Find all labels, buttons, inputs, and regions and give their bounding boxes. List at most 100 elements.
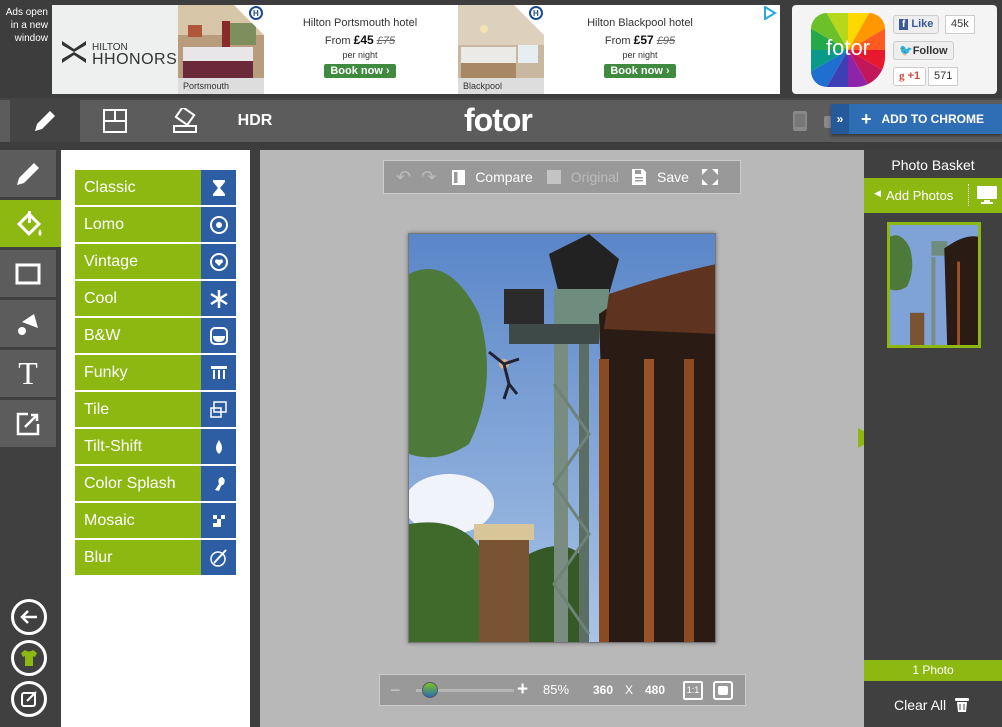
computer-icon[interactable] xyxy=(976,185,998,205)
hotel-caption: Portsmouth xyxy=(178,78,264,94)
fit-screen-button[interactable] xyxy=(713,681,733,700)
zoom-in-icon[interactable]: + xyxy=(517,679,528,701)
fotor-logo[interactable]: fotor xyxy=(811,13,885,87)
svg-text:H: H xyxy=(533,9,539,18)
effect-funky[interactable]: Funky xyxy=(75,355,236,390)
ad-bar: Ads open in a new window HILTON HHONORS … xyxy=(0,0,1002,98)
effect-label: Color Splash xyxy=(84,475,176,492)
effect-color-splash[interactable]: Color Splash xyxy=(75,466,236,501)
feedback-button[interactable] xyxy=(11,681,47,717)
plusone-count: 571 xyxy=(928,67,959,86)
iphone-icon[interactable] xyxy=(792,110,808,132)
effect-vintage[interactable]: Vintage xyxy=(75,244,236,279)
zipline-tower-photo xyxy=(409,234,715,642)
nav-effects[interactable] xyxy=(0,200,61,247)
effect-classic[interactable]: Classic xyxy=(75,170,236,205)
hotel-caption: Blackpool xyxy=(458,78,544,94)
image-width: 360 xyxy=(593,683,614,697)
effect-label: Tile xyxy=(84,401,110,418)
twitter-follow-button[interactable]: 🐦Follow xyxy=(893,41,954,60)
tiles-icon xyxy=(209,400,227,418)
tab-hdr[interactable]: HDR xyxy=(220,100,290,142)
google-plus-button[interactable]: g +1 xyxy=(893,67,927,86)
add-to-chrome-button[interactable]: » + ADD TO CHROME xyxy=(831,104,1002,134)
text-icon: T xyxy=(18,355,38,391)
effect-label: Mosaic xyxy=(84,512,135,529)
mosaic-icon xyxy=(212,514,225,527)
hilton-badge-icon: H xyxy=(234,5,264,35)
bell-icon xyxy=(18,313,38,335)
export-icon xyxy=(16,412,40,435)
effect-mosaic[interactable]: Mosaic xyxy=(75,503,236,538)
hotel-name: Hilton Portsmouth hotel xyxy=(302,17,418,29)
social-box: fotor f Like 45k 🐦Follow g +1 571 xyxy=(792,5,997,94)
tab-edit[interactable] xyxy=(10,100,80,142)
hotel-price: From £57 £95 xyxy=(604,33,676,47)
book-now-button[interactable]: Book now › xyxy=(604,64,676,78)
lens-icon xyxy=(209,215,228,234)
facebook-like-button[interactable]: f Like xyxy=(893,15,940,34)
save-button[interactable]: Save xyxy=(657,169,689,185)
original-checkbox[interactable] xyxy=(546,170,561,184)
effect-label: Classic xyxy=(84,179,136,196)
basket-thumbnail[interactable] xyxy=(887,222,981,348)
canvas-toolbar: ↶ ↷ Compare Original Save xyxy=(383,160,741,194)
design-icon xyxy=(173,108,197,133)
adchoices-icon[interactable] xyxy=(763,6,777,20)
effect-b-w[interactable]: B&W xyxy=(75,318,236,353)
hotel-info-portsmouth[interactable]: Hilton Portsmouth hotel From £45 £75 per… xyxy=(264,17,456,79)
paint-bucket-icon xyxy=(16,210,41,236)
fullscreen-icon[interactable] xyxy=(701,168,719,186)
zoom-slider-knob[interactable] xyxy=(421,682,438,698)
column-icon xyxy=(210,365,227,379)
effect-label: Lomo xyxy=(84,216,125,233)
caret-left-icon: ◀ xyxy=(874,188,881,198)
nav-export[interactable] xyxy=(0,400,56,447)
book-now-button[interactable]: Book now › xyxy=(324,64,396,78)
effect-cool[interactable]: Cool xyxy=(75,281,236,316)
nav-frames[interactable] xyxy=(0,250,56,297)
google-icon: g xyxy=(899,70,905,82)
effect-blur[interactable]: Blur xyxy=(75,540,236,575)
facebook-icon: f xyxy=(899,19,909,30)
basket-title: Photo Basket xyxy=(891,157,975,173)
effects-panel: Classic Lomo Vintage Cool B&W Funky Tile Tilt-S… xyxy=(61,150,250,727)
actual-size-button[interactable]: 1:1 xyxy=(683,681,703,700)
effect-tile[interactable]: Tile xyxy=(75,392,236,427)
back-button[interactable] xyxy=(11,599,47,635)
clear-all-button[interactable]: Clear All xyxy=(894,696,970,713)
compare-button[interactable]: Compare xyxy=(475,169,533,185)
effect-lomo[interactable]: Lomo xyxy=(75,207,236,242)
collage-icon xyxy=(103,109,127,133)
drop-icon xyxy=(215,439,222,454)
edited-photo[interactable] xyxy=(408,233,716,643)
zoom-out-icon[interactable]: − xyxy=(390,680,401,701)
hotel-info-blackpool[interactable]: Hilton Blackpool hotel From £57 £95 per … xyxy=(544,17,736,79)
tshirt-button[interactable] xyxy=(11,640,47,676)
hotel-image-portsmouth[interactable]: H Portsmouth xyxy=(178,5,264,94)
undo-icon[interactable]: ↶ xyxy=(396,167,411,188)
hhonors-logo: HILTON HHONORS xyxy=(52,5,178,94)
effect-label: Cool xyxy=(84,290,117,307)
ad-banner[interactable]: HILTON HHONORS H Portsmouth Hilton Ports… xyxy=(52,5,780,94)
effect-label: Tilt-Shift xyxy=(84,438,143,455)
nav-basic-edit[interactable] xyxy=(0,150,56,197)
thumbnail-photo xyxy=(890,225,978,345)
fotor-app: Ads open in a new window HILTON HHONORS … xyxy=(0,0,1002,727)
add-photos-button[interactable]: Add Photos xyxy=(886,188,953,203)
effect-tilt-shift[interactable]: Tilt-Shift xyxy=(75,429,236,464)
nav-text[interactable]: T xyxy=(0,350,56,397)
tshirt-icon xyxy=(21,650,37,666)
hotel-image-blackpool[interactable]: H Blackpool xyxy=(458,5,544,94)
compare-icon xyxy=(452,169,466,185)
left-nav: T xyxy=(0,150,61,727)
edit-box-icon xyxy=(21,691,37,707)
like-count: 45k xyxy=(945,15,975,34)
redo-icon[interactable]: ↷ xyxy=(421,167,436,188)
tab-design[interactable] xyxy=(150,100,220,142)
nav-stickers[interactable] xyxy=(0,300,56,347)
effect-label: Blur xyxy=(84,549,113,566)
hotel-name: Hilton Blackpool hotel xyxy=(587,17,693,29)
image-height: 480 xyxy=(645,683,666,697)
tab-collage[interactable] xyxy=(80,100,150,142)
